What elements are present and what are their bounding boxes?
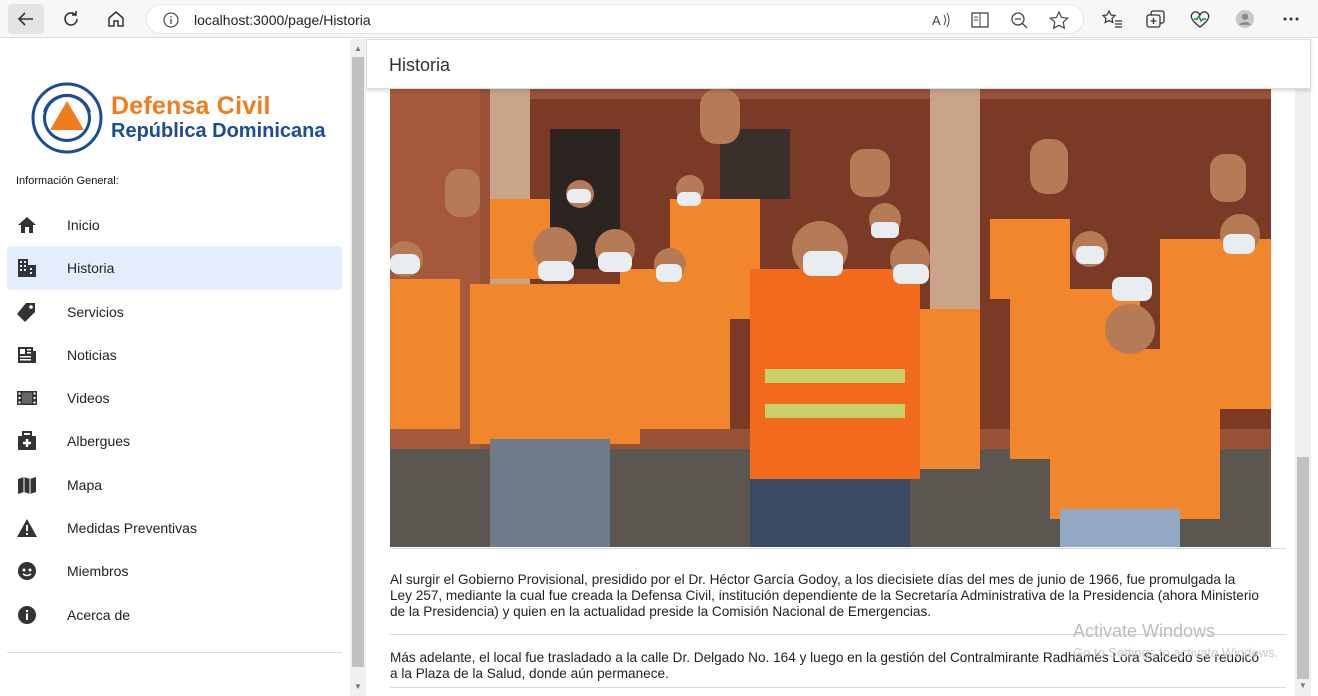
home-button[interactable] (98, 4, 134, 34)
map-icon (18, 476, 36, 494)
address-bar[interactable]: localhost:3000/page/Historia A (146, 4, 1084, 34)
more-options-icon[interactable] (1280, 9, 1302, 29)
main-scrollbar[interactable]: ▼ (1295, 89, 1311, 696)
refresh-icon (64, 11, 78, 26)
tag-icon (17, 302, 35, 322)
svg-text:A: A (932, 13, 941, 28)
sidebar-scrollbar[interactable]: ▲ ▼ (350, 39, 366, 696)
info-circle-icon[interactable] (163, 12, 179, 28)
sidebar-item-label: Inicio (67, 217, 100, 233)
sidebar-item-acerca-de[interactable]: Acerca de (7, 593, 342, 636)
windows-activation-watermark: Activate Windows (1073, 621, 1216, 641)
sidebar-item-label: Mapa (67, 476, 103, 493)
newspaper-icon (18, 346, 36, 363)
sidebar-menu: Inicio Historia Servicios Noticias Video… (7, 203, 342, 636)
home-icon (18, 217, 36, 233)
sidebar-item-label: Albergues (67, 433, 131, 450)
medical-bag-icon (18, 431, 36, 451)
sidebar-divider (7, 652, 342, 653)
profile-avatar-icon[interactable] (1234, 9, 1256, 29)
read-aloud-icon[interactable]: A (931, 11, 951, 29)
film-icon (17, 391, 37, 406)
sidebar-item-label: Servicios (67, 303, 124, 320)
page-header: Historia (366, 39, 1311, 89)
sidebar-item-servicios[interactable]: Servicios (7, 290, 342, 333)
sidebar-item-inicio[interactable]: Inicio (7, 203, 342, 246)
content-divider (390, 548, 1286, 549)
warning-icon (17, 519, 37, 538)
windows-activation-hint: Go to Settings to activate Windows. (1073, 645, 1279, 660)
brand-subtitle: República Dominicana (111, 120, 326, 142)
arrow-left-icon (17, 12, 33, 26)
brand-title: Defensa Civil (111, 92, 271, 120)
collections-icon[interactable] (1145, 9, 1167, 29)
back-button[interactable] (8, 4, 44, 34)
sidebar-item-label: Videos (67, 390, 110, 407)
content-divider (390, 687, 1286, 688)
main-content: Historia Al surgir el Gobierno Provision… (366, 39, 1318, 696)
info-icon (18, 605, 36, 624)
volunteers-photo (390, 89, 1271, 547)
browser-toolbar: localhost:3000/page/Historia A (0, 0, 1318, 38)
sidebar-item-label: Miembros (67, 563, 129, 580)
scrollbar-thumb[interactable] (352, 57, 364, 667)
sidebar-item-noticias[interactable]: Noticias (7, 333, 342, 376)
sidebar-item-miembros[interactable]: Miembros (7, 549, 342, 592)
face-icon (18, 562, 36, 581)
defensa-civil-logo (31, 82, 103, 154)
scrollbar-thumb[interactable] (1297, 457, 1309, 679)
sidebar-item-medidas-preventivas[interactable]: Medidas Preventivas (7, 506, 342, 549)
immersive-reader-icon[interactable] (970, 11, 990, 29)
sidebar-item-label: Medidas Preventivas (67, 520, 197, 537)
building-icon (18, 259, 36, 278)
sidebar-item-label: Historia (67, 260, 115, 277)
sidebar-item-mapa[interactable]: Mapa (7, 463, 342, 506)
url-text[interactable]: localhost:3000/page/Historia (194, 12, 371, 28)
scroll-down-arrow-icon[interactable]: ▼ (1299, 681, 1307, 690)
home-outline-icon (108, 11, 124, 27)
section-label: Información General: (16, 175, 119, 187)
favorites-list-icon[interactable] (1101, 9, 1123, 29)
page-title: Historia (389, 55, 451, 75)
sidebar-item-videos[interactable]: Videos (7, 376, 342, 419)
sidebar: Defensa Civil República Dominicana Infor… (0, 39, 350, 696)
zoom-out-icon[interactable] (1010, 11, 1030, 29)
scroll-down-arrow-icon[interactable]: ▼ (354, 682, 362, 691)
sidebar-item-historia[interactable]: Historia (7, 246, 342, 290)
favorite-star-icon[interactable] (1049, 11, 1069, 29)
scroll-up-arrow-icon[interactable]: ▲ (354, 44, 362, 53)
refresh-button[interactable] (53, 4, 89, 34)
sidebar-item-label: Acerca de (67, 606, 131, 623)
sidebar-item-albergues[interactable]: Albergues (7, 419, 342, 462)
sidebar-item-label: Noticias (67, 346, 117, 363)
history-paragraph: Al surgir el Gobierno Provisional, presi… (390, 572, 1259, 619)
extension-heartbeat-icon[interactable] (1189, 9, 1211, 29)
